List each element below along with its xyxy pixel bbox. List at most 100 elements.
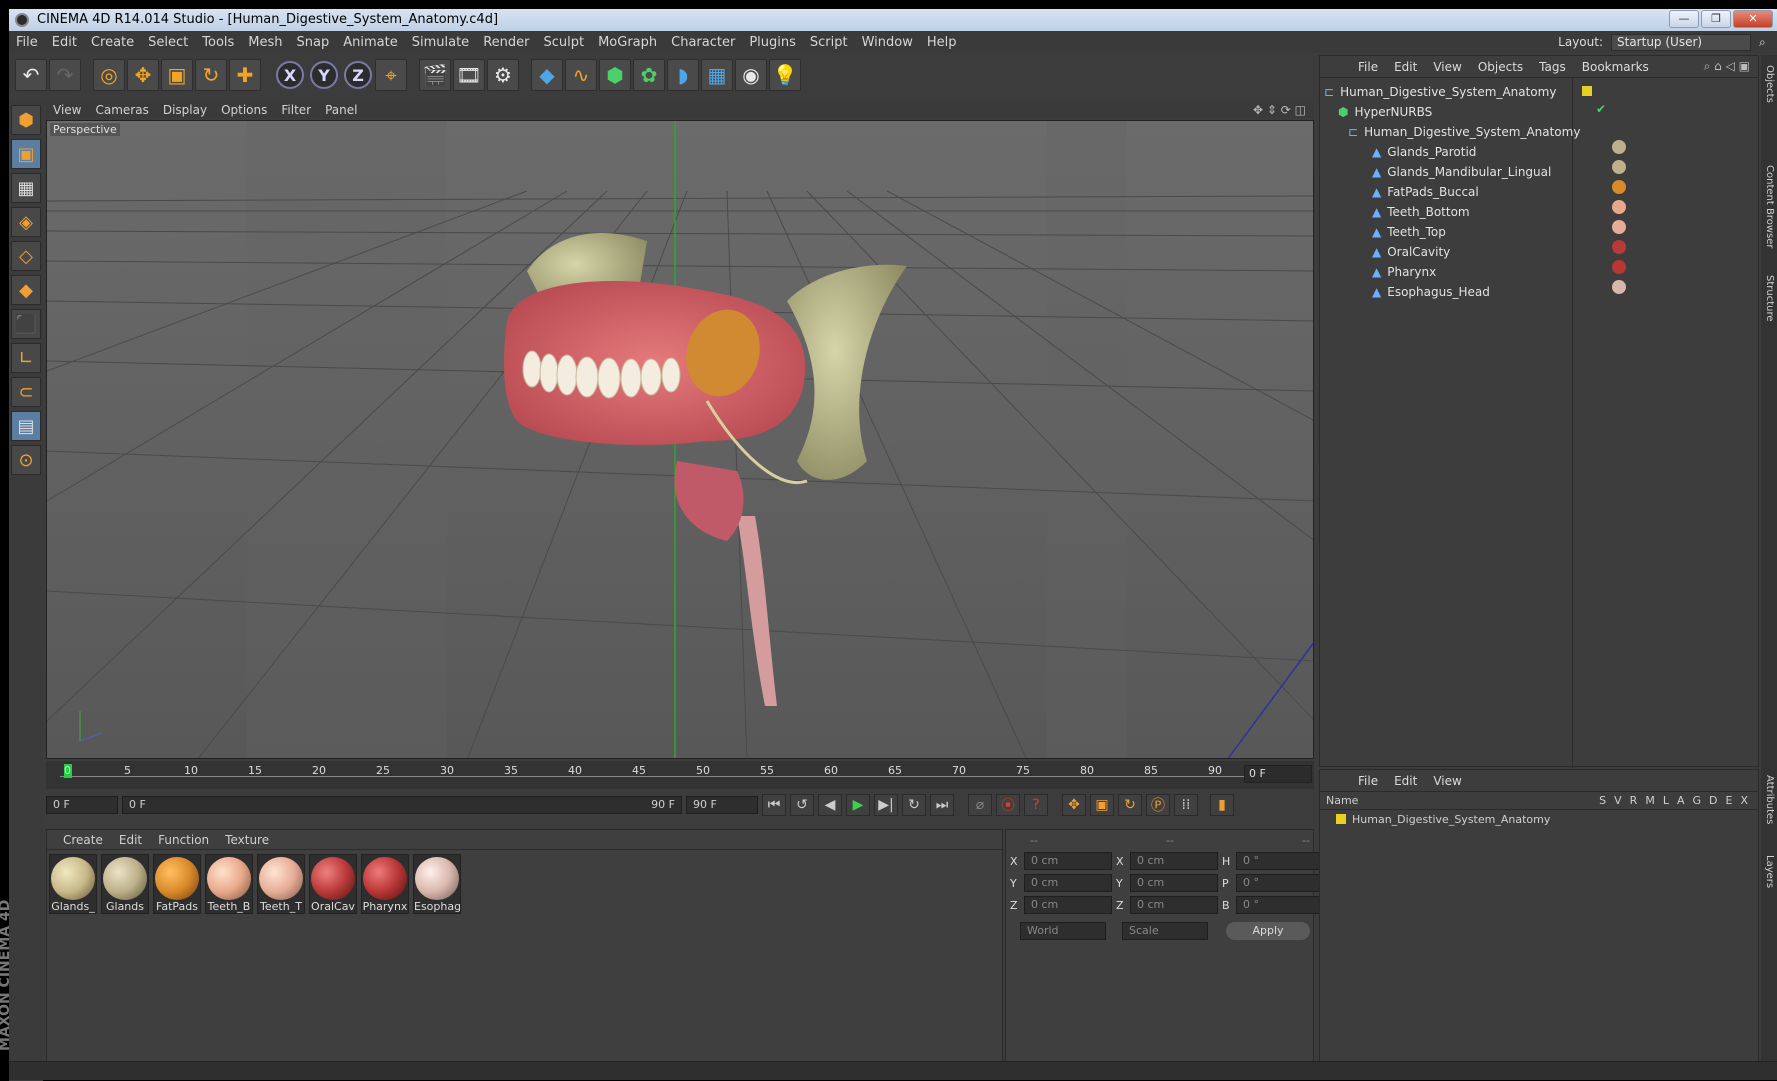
next-frame-icon[interactable]: ▶|	[874, 794, 898, 816]
objects-menu-tags[interactable]: Tags	[1531, 60, 1574, 74]
timeline-window-icon[interactable]: ▮	[1210, 794, 1234, 816]
viewport-menu-view[interactable]: View	[46, 103, 88, 117]
position-z-field[interactable]: 0 cm	[1024, 896, 1112, 914]
close-button[interactable]: ✕	[1733, 10, 1773, 28]
frame-range-slider[interactable]: 0 F 90 F	[122, 796, 682, 814]
undo-icon[interactable]: ↶	[15, 59, 47, 91]
object-row[interactable]: ⊏ Human_Digestive_System_Anatomy	[1348, 122, 1580, 142]
side-tab-structure[interactable]: Structure	[1764, 275, 1775, 322]
layers-menu-view[interactable]: View	[1425, 774, 1469, 788]
objects-menu-objects[interactable]: Objects	[1470, 60, 1531, 74]
position-y-field[interactable]: 0 cm	[1024, 874, 1112, 892]
point-level-icon[interactable]: ⁞⁞	[1174, 794, 1198, 816]
add-icon[interactable]: ✚	[229, 59, 261, 91]
material-menu-create[interactable]: Create	[55, 833, 111, 847]
size-mode-dropdown[interactable]: Scale	[1122, 922, 1208, 940]
solo-icon[interactable]: ⊙	[11, 445, 41, 475]
size-z-field[interactable]: 0 cm	[1130, 896, 1218, 914]
material-tag-icon[interactable]	[1612, 240, 1626, 254]
material-swatch[interactable]: OralCav	[309, 854, 357, 914]
previous-frame-icon[interactable]: ◀	[818, 794, 842, 816]
menu-edit[interactable]: Edit	[45, 35, 84, 50]
menu-simulate[interactable]: Simulate	[405, 35, 476, 50]
workplane-lock-icon[interactable]: ▤	[11, 411, 41, 441]
object-row[interactable]: ▲ Teeth_Top	[1372, 222, 1446, 242]
object-row[interactable]: ▲ Teeth_Bottom	[1372, 202, 1470, 222]
next-key-icon[interactable]: ↻	[902, 794, 926, 816]
model-mode-icon[interactable]: ▣	[11, 139, 41, 169]
menu-mograph[interactable]: MoGraph	[591, 35, 664, 50]
scale-icon[interactable]: ▣	[161, 59, 193, 91]
coordinate-mode-dropdown[interactable]: World	[1020, 922, 1106, 940]
viewport-menu-panel[interactable]: Panel	[318, 103, 364, 117]
light-icon[interactable]: 💡	[769, 59, 801, 91]
array-icon[interactable]: ✿	[633, 59, 665, 91]
menu-animate[interactable]: Animate	[336, 35, 404, 50]
material-tag-icon[interactable]	[1612, 140, 1626, 154]
previous-key-icon[interactable]: ↺	[790, 794, 814, 816]
objects-menu-file[interactable]: File	[1350, 60, 1386, 74]
material-tag-icon[interactable]	[1612, 220, 1626, 234]
menu-sculpt[interactable]: Sculpt	[536, 35, 591, 50]
menu-script[interactable]: Script	[803, 35, 855, 50]
side-tab-objects[interactable]: Objects	[1764, 65, 1775, 103]
end-frame-field[interactable]: 90 F	[686, 796, 758, 814]
material-tag-icon[interactable]	[1612, 280, 1626, 294]
z-axis-icon[interactable]: Z	[344, 61, 372, 89]
viewport-menu-options[interactable]: Options	[214, 103, 274, 117]
material-tag-icon[interactable]	[1612, 200, 1626, 214]
objects-menu-view[interactable]: View	[1425, 60, 1469, 74]
play-icon[interactable]: ▶	[846, 794, 870, 816]
keyframe-selection-icon[interactable]: ?	[1024, 794, 1048, 816]
objects-search-icon[interactable]: ⌕ ⌂ ◁ ▣	[1704, 59, 1758, 74]
y-axis-icon[interactable]: Y	[310, 61, 338, 89]
side-tab-attributes[interactable]: Attributes	[1764, 775, 1775, 824]
live-selection-icon[interactable]: ◎	[93, 59, 125, 91]
coordinate-system-icon[interactable]: ⌖	[375, 59, 407, 91]
viewport-menu-filter[interactable]: Filter	[274, 103, 318, 117]
position-key-icon[interactable]: ✥	[1062, 794, 1086, 816]
size-y-field[interactable]: 0 cm	[1130, 874, 1218, 892]
viewport-menu-cameras[interactable]: Cameras	[88, 103, 155, 117]
go-to-end-icon[interactable]: ⏭	[930, 794, 954, 816]
material-swatch[interactable]: Teeth_T	[257, 854, 305, 914]
object-row[interactable]: ▲ Esophagus_Head	[1372, 282, 1490, 302]
workplane-icon[interactable]: ◈	[11, 207, 41, 237]
material-menu-edit[interactable]: Edit	[111, 833, 150, 847]
move-icon[interactable]: ✥	[127, 59, 159, 91]
material-tag-icon[interactable]	[1612, 260, 1626, 274]
material-swatch[interactable]: Esophag	[413, 854, 461, 914]
material-swatch[interactable]: Glands_	[49, 854, 97, 914]
camera-icon[interactable]: ◉	[735, 59, 767, 91]
rotation-b-field[interactable]: 0 °	[1236, 896, 1324, 914]
menu-tools[interactable]: Tools	[195, 35, 241, 50]
material-swatch[interactable]: Teeth_B	[205, 854, 253, 914]
scale-key-icon[interactable]: ▣	[1090, 794, 1114, 816]
deformer-icon[interactable]: ◗	[667, 59, 699, 91]
current-frame-field[interactable]: 0 F	[1244, 765, 1312, 783]
enabled-check-icon[interactable]: ✔	[1596, 102, 1606, 116]
viewport-nav-icons[interactable]: ✥ ⇕ ⟳ ◫	[1253, 103, 1314, 117]
menu-render[interactable]: Render	[476, 35, 536, 50]
make-editable-icon[interactable]: ⬢	[11, 105, 41, 135]
axis-mode-icon[interactable]: ∟	[11, 343, 41, 373]
edges-mode-icon[interactable]: ◆	[11, 275, 41, 305]
object-row[interactable]: ▲ OralCavity	[1372, 242, 1450, 262]
side-tab-content-browser[interactable]: Content Browser	[1764, 165, 1775, 248]
menu-window[interactable]: Window	[855, 35, 920, 50]
material-swatch[interactable]: Pharynx	[361, 854, 409, 914]
menu-create[interactable]: Create	[84, 35, 141, 50]
layer-color-tag[interactable]	[1582, 86, 1592, 96]
start-frame-field[interactable]: 0 F	[46, 796, 118, 814]
floor-icon[interactable]: ▦	[701, 59, 733, 91]
menu-help[interactable]: Help	[920, 35, 964, 50]
layer-row[interactable]: Human_Digestive_System_Anatomy	[1320, 810, 1758, 828]
side-tab-layers[interactable]: Layers	[1764, 855, 1775, 888]
3d-viewport[interactable]: Perspective	[46, 120, 1314, 759]
object-row[interactable]: ▲ FatPads_Buccal	[1372, 182, 1479, 202]
objects-menu-bookmarks[interactable]: Bookmarks	[1574, 60, 1657, 74]
material-tag-icon[interactable]	[1612, 180, 1626, 194]
nurbs-icon[interactable]: ⬢	[599, 59, 631, 91]
object-row[interactable]: ▲ Glands_Parotid	[1372, 142, 1476, 162]
search-icon[interactable]: ⌕	[1759, 35, 1777, 50]
